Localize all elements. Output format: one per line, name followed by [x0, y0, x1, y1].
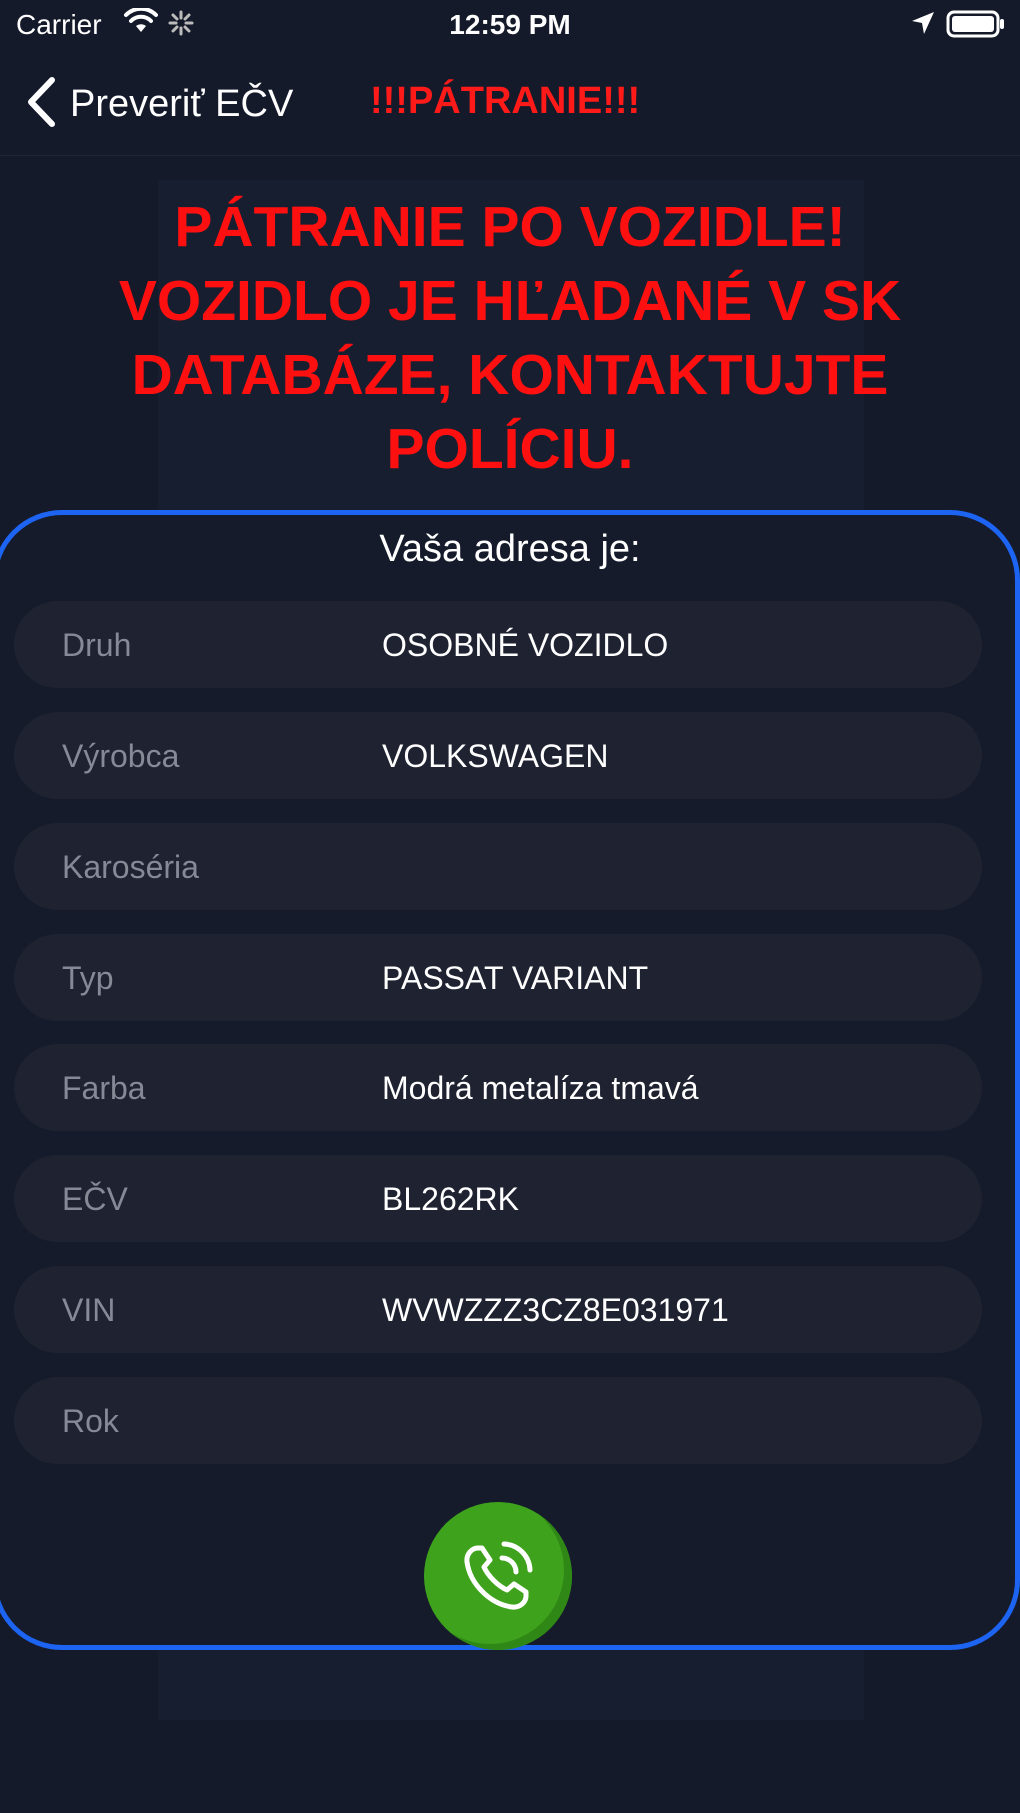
row-label: Výrobca [62, 738, 180, 774]
call-button[interactable] [424, 1502, 572, 1650]
row-label: VIN [62, 1292, 116, 1328]
row-label: Druh [62, 627, 132, 663]
row-value: PASSAT VARIANT [382, 960, 649, 996]
info-row-vin: VIN WVWZZZ3CZ8E031971 [14, 1266, 982, 1353]
status-bar: Carrier 12:59 PM [0, 0, 1020, 50]
info-row-typ: Typ PASSAT VARIANT [14, 934, 982, 1021]
back-button[interactable]: Preveriť EČV [26, 76, 293, 133]
info-row-druh: Druh OSOBNÉ VOZIDLO [14, 601, 982, 688]
back-label: Preveriť EČV [70, 83, 294, 125]
location-icon [910, 10, 936, 41]
row-value: BL262RK [382, 1181, 519, 1217]
chevron-left-icon [26, 76, 56, 133]
row-value: WVWZZZ3CZ8E031971 [382, 1292, 729, 1328]
info-row-karoseria: Karoséria [14, 823, 982, 910]
row-label: Farba [62, 1070, 146, 1106]
info-row-vyrobca: Výrobca VOLKSWAGEN [14, 712, 982, 799]
row-value: OSOBNÉ VOZIDLO [382, 627, 669, 663]
navigation-bar: Preveriť EČV !!!PÁTRANIE!!! [0, 50, 1020, 156]
alert-line: POLÍCIU. [386, 417, 634, 481]
status-time: 12:59 PM [449, 9, 571, 40]
alert-message: PÁTRANIE PO VOZIDLE! VOZIDLO JE HĽADANÉ … [40, 190, 980, 486]
battery-icon [946, 10, 1006, 43]
row-label: Typ [62, 960, 114, 996]
row-value: Modrá metalíza tmavá [382, 1070, 699, 1106]
alert-line: VOZIDLO JE HĽADANÉ V SK [118, 269, 902, 333]
nav-title: !!!PÁTRANIE!!! [370, 80, 641, 122]
row-label: Karoséria [62, 849, 199, 885]
alert-line: PÁTRANIE PO VOZIDLE! [174, 195, 846, 259]
row-value: VOLKSWAGEN [382, 738, 609, 774]
panel-heading: Vaša adresa je: [379, 528, 641, 570]
info-row-farba: Farba Modrá metalíza tmavá [14, 1044, 982, 1131]
info-row-ecv: EČV BL262RK [14, 1155, 982, 1242]
row-label: EČV [62, 1181, 128, 1217]
info-row-rok: Rok [14, 1377, 982, 1464]
alert-line: DATABÁZE, KONTAKTUJTE [131, 343, 889, 407]
row-label: Rok [62, 1403, 119, 1439]
